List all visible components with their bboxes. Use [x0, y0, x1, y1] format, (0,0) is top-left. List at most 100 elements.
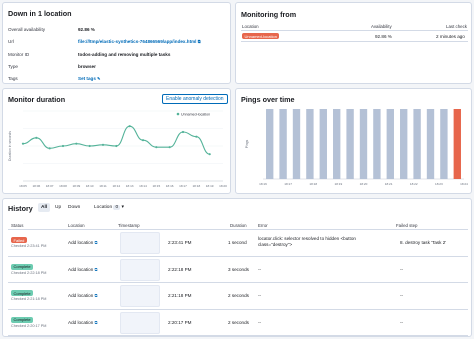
set-tags-link[interactable]: Set tags ✎	[78, 76, 101, 81]
x-tick-label: 18:21	[385, 182, 393, 186]
col-location: Location	[242, 24, 259, 29]
error-message: --	[258, 293, 262, 298]
x-tick-label: 18:20	[360, 182, 368, 186]
up-bar	[400, 109, 408, 179]
x-tick-label: 18:16	[259, 182, 267, 186]
col-last-check: Last check	[446, 24, 467, 29]
filter-all[interactable]: All	[38, 203, 51, 212]
duration-point	[48, 147, 51, 150]
x-tick-label: 18:24	[460, 182, 468, 186]
add-location-link[interactable]: Add location ⧉	[68, 320, 97, 325]
type-label: Type	[8, 64, 18, 69]
duration-point	[141, 139, 145, 142]
add-location-link[interactable]: Add location ⧉	[68, 293, 97, 298]
failed-step: --	[400, 319, 404, 325]
summary-panel: Down in 1 location Overall availability …	[2, 2, 231, 84]
x-tick-label: 18:19	[206, 184, 214, 188]
timestamp: 2:20:17 PM	[168, 319, 192, 325]
add-location-link[interactable]: Add location ⧉	[68, 267, 97, 272]
x-tick-label: 18:16	[166, 184, 174, 188]
timestamp: 2:22:18 PM	[168, 266, 192, 272]
x-tick-label: 18:17	[179, 184, 187, 188]
status-badge: Failed	[11, 237, 27, 243]
availability-label: Overall availability	[8, 27, 46, 32]
duration-point	[208, 153, 211, 156]
x-tick-label: 18:14	[139, 184, 147, 188]
x-tick-label: 18:17	[284, 182, 292, 186]
up-bar	[319, 109, 327, 179]
x-tick-label: 18:11	[99, 184, 107, 188]
up-bar	[373, 109, 381, 179]
timestamp: 2:21:18 PM	[168, 293, 192, 298]
checked-time: Checked 2:21:18 PM	[11, 297, 47, 301]
location-badge: Unnamed-location	[242, 33, 280, 39]
tags-label: Tags	[8, 76, 18, 81]
x-tick-label: 18:19	[335, 182, 343, 186]
screenshot-thumbnail[interactable]	[120, 232, 160, 254]
duration-point	[128, 125, 131, 128]
down-bar	[453, 109, 461, 179]
duration-point	[35, 136, 38, 139]
checked-time: Checked 2:22:18 PM	[11, 270, 47, 275]
col-location: Location	[68, 223, 85, 228]
table-row[interactable]: Complete Checked 2:22:18 PM Add location…	[8, 257, 468, 283]
pings-panel: Pings over time Pings 18:16 18:17 18:18 18:1…	[235, 88, 472, 194]
duration: 2 seconds	[228, 293, 249, 298]
location-last-check: 2 minutes ago	[436, 34, 465, 39]
x-tick-label: 18:09	[72, 184, 80, 188]
location-filter[interactable]: Location 0 ▾	[91, 203, 127, 212]
col-duration: Duration	[230, 223, 247, 228]
up-bar	[440, 109, 448, 179]
external-link-icon: ⧉	[94, 240, 98, 245]
duration-chart: Duration in seconds 18:05 18:06 18:07 18:08 1…	[8, 110, 227, 188]
monitoring-from-title: Monitoring from	[241, 10, 297, 19]
monitor-id-label: Monitor ID	[8, 52, 30, 57]
y-axis-label: Duration in seconds	[8, 131, 12, 161]
url-label: Url	[8, 39, 14, 44]
error-message: locator.click: selector resolved to hidd…	[258, 236, 356, 247]
external-link-icon: ⧉	[94, 293, 98, 298]
availability-value: 92.86 %	[78, 27, 95, 32]
timestamp: 2:23:41 PM	[168, 240, 192, 245]
col-failed-step: Failed step	[396, 223, 418, 228]
col-status: Status	[11, 223, 24, 228]
screenshot-thumbnail[interactable]	[120, 285, 160, 307]
chevron-down-icon: ▾	[121, 205, 124, 210]
duration-point	[155, 146, 158, 149]
url-link[interactable]: file:///tmp/elastic-synthetics-764866569…	[78, 39, 201, 44]
failed-step: --	[400, 266, 404, 272]
filter-up[interactable]: Up	[52, 203, 64, 212]
history-title: History	[8, 204, 33, 213]
x-tick-label: 18:23	[435, 182, 443, 186]
up-bar	[333, 109, 341, 179]
external-link-icon: ⧉	[94, 266, 98, 272]
checked-time: Checked 2:20:17 PM	[11, 323, 47, 328]
x-tick-label: 18:20	[219, 184, 227, 188]
duration: 2 seconds	[228, 319, 249, 325]
up-bar	[306, 109, 314, 179]
duration-point	[88, 144, 91, 148]
failed-step: 8. destroy task 'Task 2'	[400, 240, 447, 245]
screenshot-thumbnail[interactable]	[120, 311, 160, 334]
x-tick-label: 18:22	[410, 182, 418, 186]
table-row[interactable]: Complete Checked 2:21:18 PM Add location…	[8, 283, 468, 310]
x-tick-label: 18:05	[19, 184, 27, 188]
add-location-link[interactable]: Add location ⧉	[68, 240, 97, 245]
duration: 3 seconds	[228, 266, 249, 272]
col-availability: Availability	[371, 24, 392, 29]
x-tick-label: 18:13	[126, 184, 134, 188]
location-count: 0	[113, 205, 121, 210]
external-link-icon: ⧉	[197, 39, 201, 44]
filter-down[interactable]: Down	[65, 203, 83, 212]
screenshot-thumbnail[interactable]	[120, 258, 160, 281]
table-row[interactable]: Failed Checked 2:23:41 PM Add location ⧉…	[8, 230, 468, 257]
pencil-icon: ✎	[97, 76, 101, 81]
up-bar	[426, 109, 435, 179]
status-badge: Complete	[11, 290, 34, 296]
location-availability: 92.86 %	[375, 34, 392, 39]
type-value: browser	[78, 64, 96, 69]
x-tick-label: 18:18	[309, 182, 317, 186]
error-message: --	[258, 319, 262, 325]
table-row[interactable]: Complete Checked 2:20:17 PM Add location…	[8, 310, 468, 336]
duration-point	[195, 135, 198, 138]
